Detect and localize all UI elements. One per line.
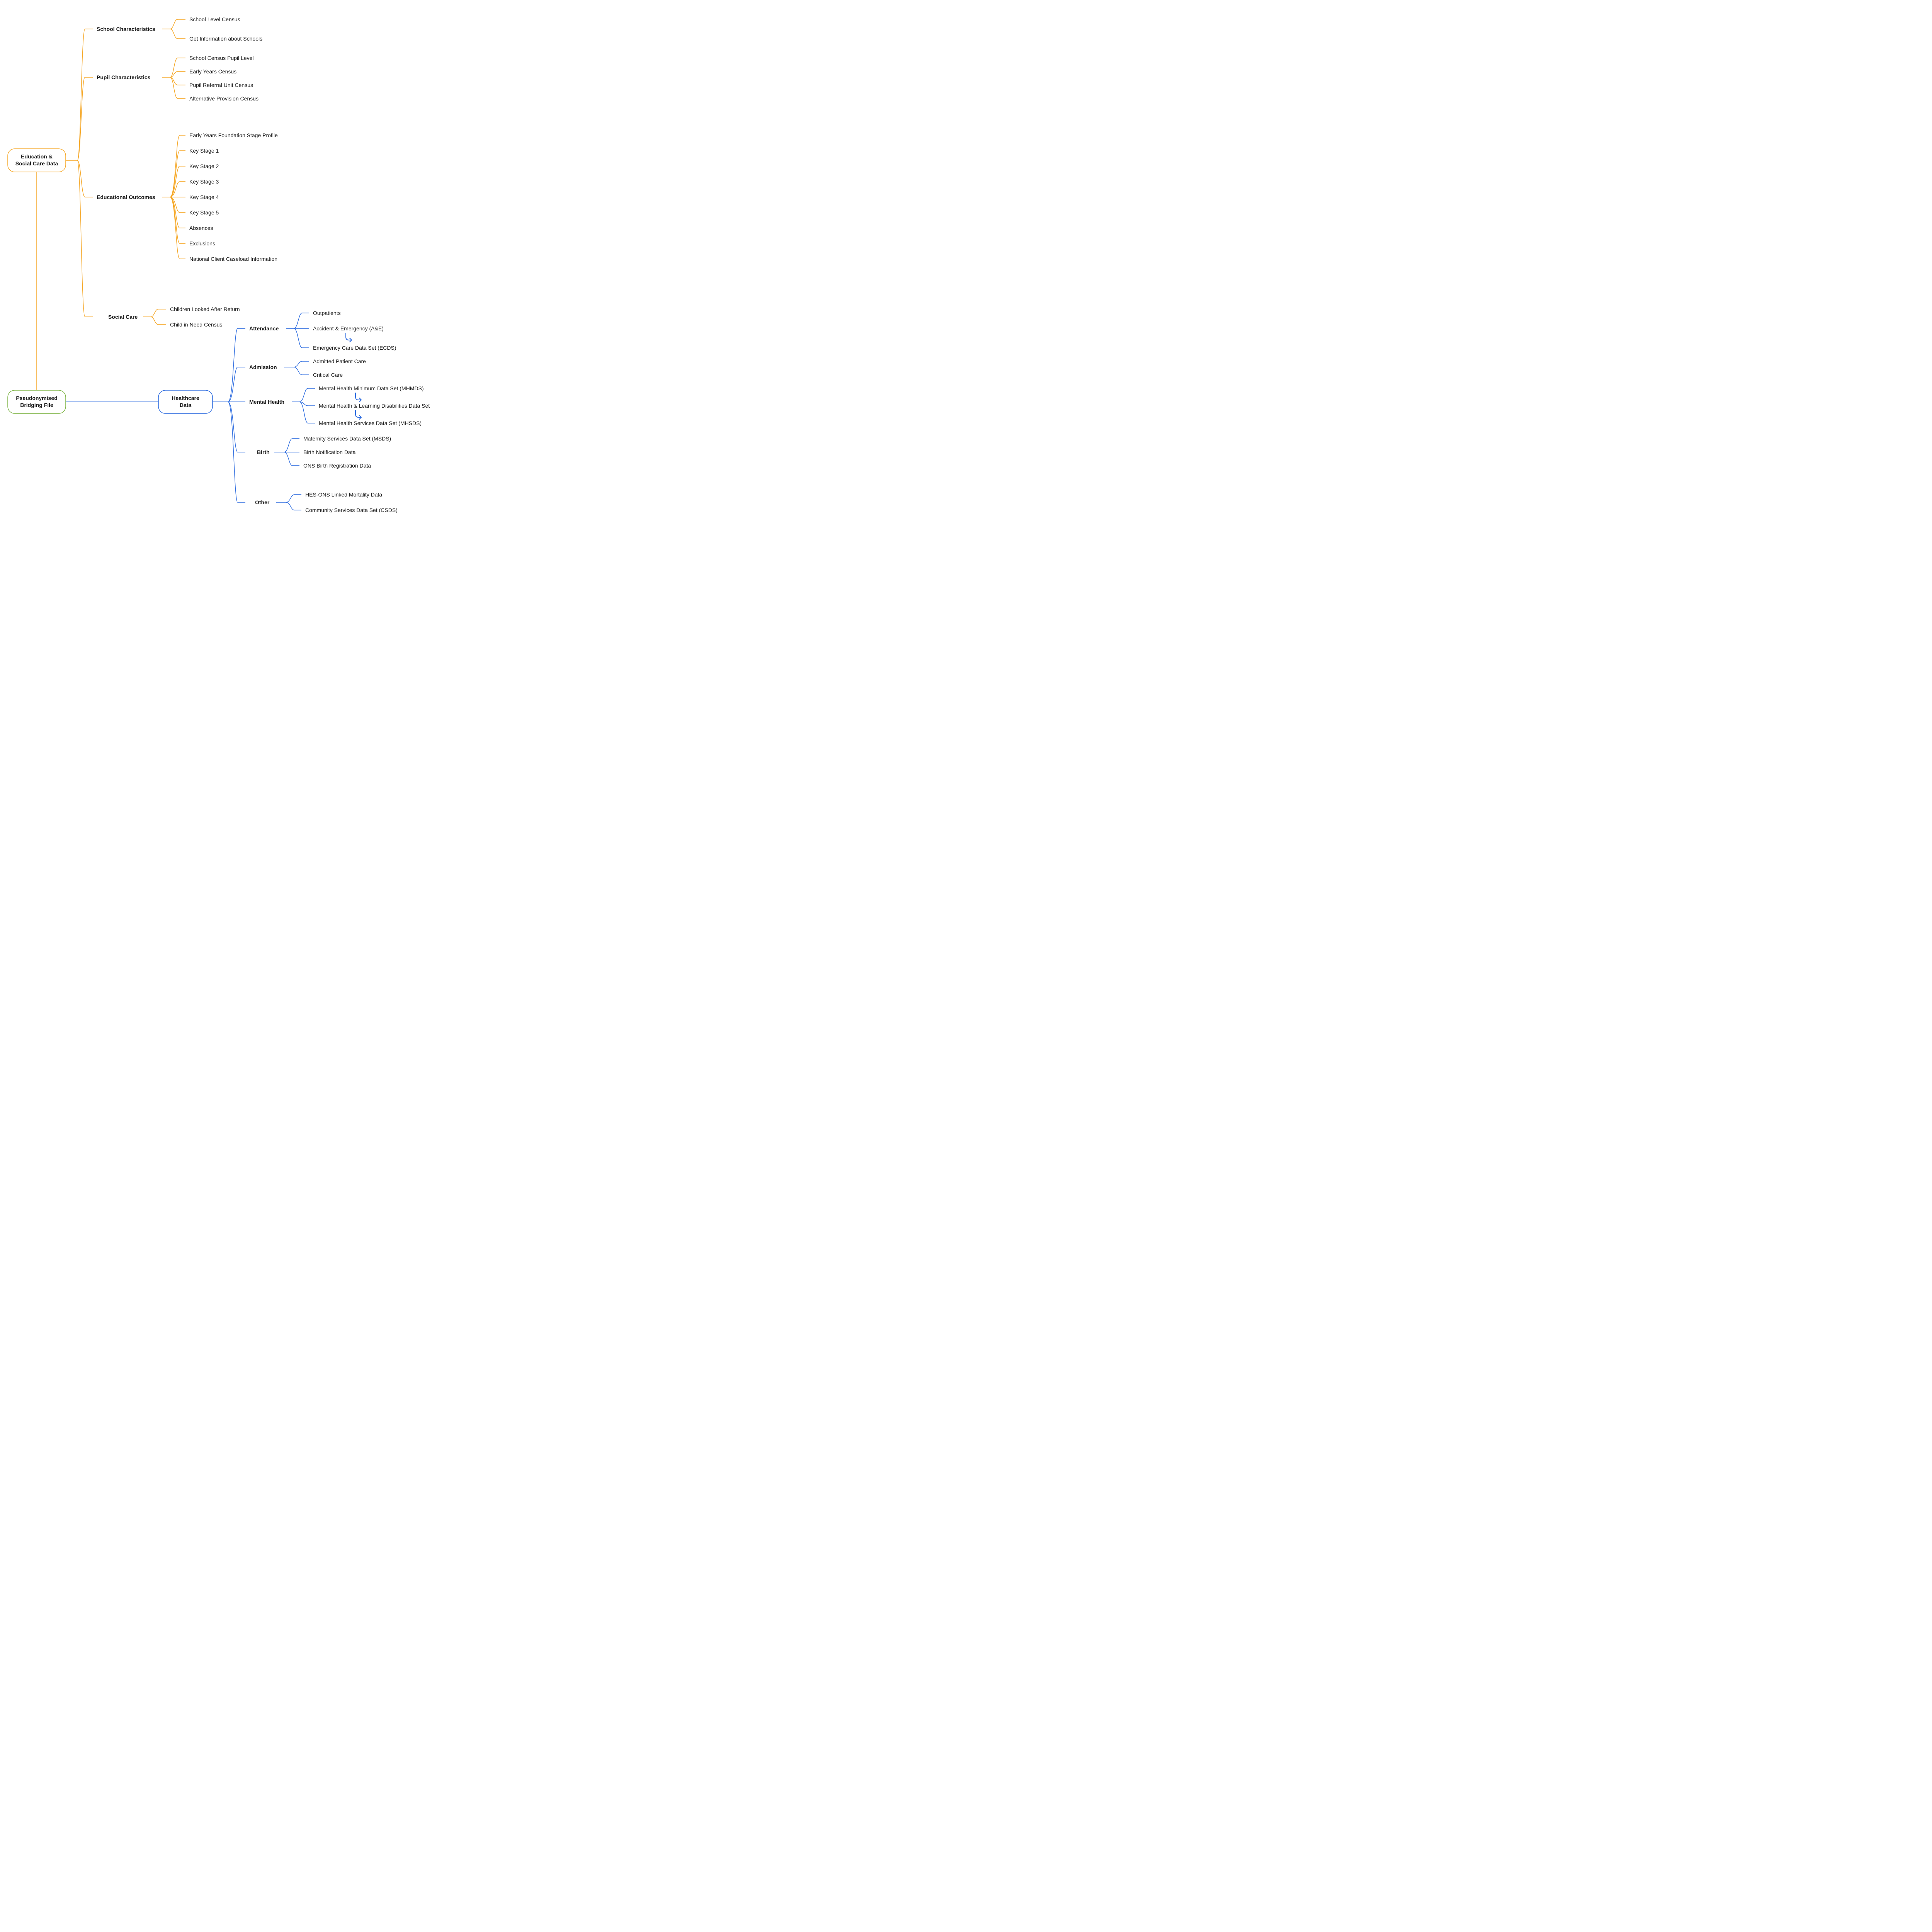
link-edu-to-pupilchar xyxy=(77,77,93,160)
mental-title: Mental Health xyxy=(249,399,284,405)
group-social-care: Social Care Children Looked After Return… xyxy=(108,306,240,328)
bridge-root-line2: Bridging File xyxy=(20,402,53,408)
mh-item-1: Mental Health & Learning Disabilities Da… xyxy=(319,403,430,409)
eo-item-5: Key Stage 5 xyxy=(189,209,219,216)
eo-item-3: Key Stage 3 xyxy=(189,179,219,185)
group-birth: Birth Maternity Services Data Set (MSDS)… xyxy=(257,435,391,469)
other-title: Other xyxy=(255,499,270,505)
diagram-canvas: Education & Social Care Data Pseudonymis… xyxy=(0,0,483,533)
birth-item-2: ONS Birth Registration Data xyxy=(303,463,371,469)
adm-item-1: Critical Care xyxy=(313,372,343,378)
mh-item-0: Mental Health Minimum Data Set (MHMDS) xyxy=(319,385,424,391)
node-health-root: Healthcare Data xyxy=(158,390,213,413)
edu-out-title: Educational Outcomes xyxy=(97,194,155,200)
link-birth-0 xyxy=(284,439,299,452)
node-bridge-root: Pseudonymised Bridging File xyxy=(8,390,66,413)
pc-item-2: Pupil Referral Unit Census xyxy=(189,82,253,88)
group-other: Other HES-ONS Linked Mortality Data Comm… xyxy=(255,492,398,513)
arrow-mhmds-mhldds xyxy=(355,393,361,402)
node-education-root: Education & Social Care Data xyxy=(8,149,66,172)
att-item-1: Accident & Emergency (A&E) xyxy=(313,325,384,332)
group-admission: Admission Admitted Patient Care Critical… xyxy=(249,358,366,378)
link-other-1 xyxy=(286,502,301,510)
link-mh-2 xyxy=(299,402,315,423)
sc-item-1: Get Information about Schools xyxy=(189,36,262,42)
eo-item-7: Exclusions xyxy=(189,240,215,247)
scare-item-1: Child in Need Census xyxy=(170,321,222,328)
link-pc-3 xyxy=(170,77,185,99)
link-sc-1 xyxy=(170,29,185,39)
eo-item-6: Absences xyxy=(189,225,213,231)
att-item-0: Outpatients xyxy=(313,310,341,316)
link-pc-0 xyxy=(170,58,185,77)
pupil-char-title: Pupil Characteristics xyxy=(97,74,150,80)
attendance-title: Attendance xyxy=(249,325,279,332)
link-other-0 xyxy=(286,495,301,502)
adm-item-0: Admitted Patient Care xyxy=(313,358,366,364)
eo-item-2: Key Stage 2 xyxy=(189,163,219,169)
birth-item-0: Maternity Services Data Set (MSDS) xyxy=(303,435,391,442)
school-char-title: School Characteristics xyxy=(97,26,155,32)
health-root-line2: Data xyxy=(180,402,192,408)
eo-item-0: Early Years Foundation Stage Profile xyxy=(189,132,278,138)
admission-title: Admission xyxy=(249,364,277,370)
link-eo-1 xyxy=(170,151,185,197)
social-care-title: Social Care xyxy=(108,314,138,320)
birth-item-1: Birth Notification Data xyxy=(303,449,356,455)
bridge-root-line1: Pseudonymised xyxy=(16,395,57,401)
link-att-2 xyxy=(294,328,309,348)
eo-item-8: National Client Caseload Information xyxy=(189,256,277,262)
pc-item-3: Alternative Provision Census xyxy=(189,95,259,102)
group-school-char: School Characteristics School Level Cens… xyxy=(97,16,262,42)
other-item-0: HES-ONS Linked Mortality Data xyxy=(305,492,382,498)
pc-item-1: Early Years Census xyxy=(189,68,236,75)
link-scare-0 xyxy=(151,309,166,317)
arrow-ae-ecds xyxy=(346,333,352,342)
mh-item-2: Mental Health Services Data Set (MHSDS) xyxy=(319,420,422,426)
link-h-att xyxy=(228,328,245,402)
link-edu-to-schoolchar xyxy=(77,29,93,160)
link-mh-0 xyxy=(299,388,315,402)
education-root-line2: Social Care Data xyxy=(15,160,58,167)
pc-item-0: School Census Pupil Level xyxy=(189,55,254,61)
link-edu-to-socialcare xyxy=(77,160,93,317)
link-birth-2 xyxy=(284,452,299,466)
eo-item-4: Key Stage 4 xyxy=(189,194,219,200)
link-eo-7 xyxy=(170,197,185,243)
scare-item-0: Children Looked After Return xyxy=(170,306,240,312)
link-adm-1 xyxy=(294,367,309,375)
link-scare-1 xyxy=(151,317,166,325)
other-item-1: Community Services Data Set (CSDS) xyxy=(305,507,398,513)
group-pupil-char: Pupil Characteristics School Census Pupi… xyxy=(97,55,259,102)
link-att-0 xyxy=(294,313,309,328)
group-attendance: Attendance Outpatients Accident & Emerge… xyxy=(249,310,396,351)
birth-title: Birth xyxy=(257,449,270,455)
sc-item-0: School Level Census xyxy=(189,16,240,22)
link-sc-0 xyxy=(170,19,185,29)
att-item-2: Emergency Care Data Set (ECDS) xyxy=(313,345,396,351)
education-root-line1: Education & xyxy=(21,153,53,160)
link-adm-0 xyxy=(294,361,309,367)
group-edu-out: Educational Outcomes Early Years Foundat… xyxy=(97,132,278,262)
group-mental: Mental Health Mental Health Minimum Data… xyxy=(249,385,430,426)
health-root-line1: Healthcare xyxy=(172,395,199,401)
eo-item-1: Key Stage 1 xyxy=(189,148,219,154)
arrow-mhldds-mhsds xyxy=(355,410,361,419)
